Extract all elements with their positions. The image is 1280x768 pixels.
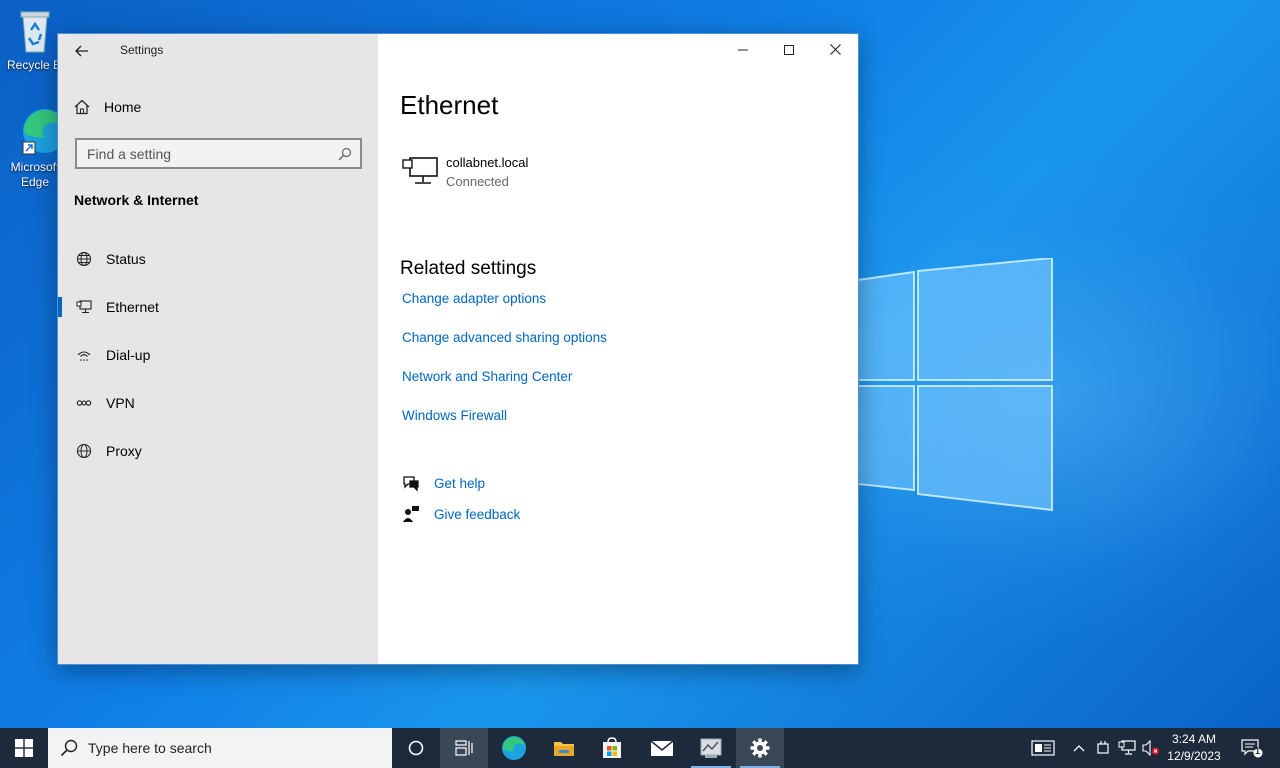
show-hidden-icons-button[interactable] xyxy=(1068,728,1090,768)
change-advanced-sharing-link[interactable]: Change advanced sharing options xyxy=(402,330,607,345)
network-status: Connected xyxy=(446,174,509,189)
windows-logo-wallpaper xyxy=(858,258,1053,512)
get-help-label: Get help xyxy=(434,475,486,491)
network-sharing-center-link[interactable]: Network and Sharing Center xyxy=(402,369,572,384)
device-icon xyxy=(1097,741,1109,754)
settings-nav-pane: Settings Home Find a setting Network & I… xyxy=(58,34,378,664)
task-view-button[interactable] xyxy=(440,728,488,768)
clock-date: 12/9/2023 xyxy=(1167,749,1221,763)
edge-icon xyxy=(22,109,67,155)
notification-count: 1 xyxy=(1255,746,1261,756)
get-help-link[interactable]: Get help xyxy=(402,474,485,492)
ethernet-network-icon xyxy=(402,157,438,184)
nav-item-dial-up[interactable]: Dial-up xyxy=(58,335,378,375)
windows-start-icon xyxy=(15,739,33,757)
mail-icon xyxy=(650,740,674,756)
news-widget-button[interactable] xyxy=(1026,728,1060,768)
task-view-icon xyxy=(455,740,473,756)
nav-item-label: Proxy xyxy=(106,443,142,459)
cortana-button[interactable] xyxy=(392,728,440,768)
dialup-icon xyxy=(74,345,94,365)
minimize-icon xyxy=(738,49,748,50)
nav-item-label: Dial-up xyxy=(106,347,151,363)
app-title: Settings xyxy=(120,43,164,57)
globe-status-icon xyxy=(74,249,94,269)
store-icon xyxy=(603,737,621,758)
notification-icon xyxy=(1241,739,1263,758)
globe-icon xyxy=(74,441,94,461)
home-icon xyxy=(74,99,90,115)
edge-icon xyxy=(502,736,526,760)
network-icon xyxy=(1118,740,1136,755)
nav-item-proxy[interactable]: Proxy xyxy=(58,431,378,471)
find-setting-search-box[interactable]: Find a setting xyxy=(75,138,362,169)
close-icon xyxy=(829,44,841,55)
nav-item-label: VPN xyxy=(106,395,135,411)
recycle-bin-icon xyxy=(20,11,50,53)
tray-device-button[interactable] xyxy=(1092,728,1114,768)
ethernet-icon xyxy=(74,297,94,317)
give-feedback-label: Give feedback xyxy=(434,506,521,522)
taskbar-file-explorer-button[interactable] xyxy=(540,728,588,768)
feedback-person-icon xyxy=(403,506,419,522)
action-center-button[interactable]: 1 xyxy=(1232,728,1272,768)
taskbar-server-manager-button[interactable] xyxy=(687,728,735,768)
nav-item-vpn[interactable]: VPN xyxy=(58,383,378,423)
nav-item-label: Ethernet xyxy=(106,299,159,315)
file-explorer-icon xyxy=(554,742,574,756)
taskbar-edge-button[interactable] xyxy=(490,728,538,768)
server-manager-icon xyxy=(700,738,722,758)
network-tray-button[interactable] xyxy=(1116,728,1138,768)
back-arrow-icon xyxy=(75,45,88,57)
search-icon xyxy=(60,739,78,757)
news-icon xyxy=(1031,740,1055,756)
search-placeholder: Find a setting xyxy=(87,145,172,162)
desktop-icon-label: Recycle Bin xyxy=(7,58,57,72)
taskbar-settings-button[interactable] xyxy=(736,728,784,768)
taskbar-search-placeholder: Type here to search xyxy=(88,740,212,756)
taskbar-store-button[interactable] xyxy=(588,728,636,768)
taskbar-search-box[interactable]: Type here to search xyxy=(48,728,392,768)
home-nav-item[interactable]: Home xyxy=(74,96,141,118)
start-button[interactable] xyxy=(0,728,48,768)
home-label: Home xyxy=(104,99,142,115)
help-chat-icon xyxy=(403,476,419,492)
page-title: Ethernet xyxy=(400,90,499,120)
chevron-up-icon xyxy=(1073,745,1085,752)
related-settings-title: Related settings xyxy=(400,258,537,279)
network-name[interactable]: collabnet.local xyxy=(446,155,528,170)
taskbar-mail-button[interactable] xyxy=(638,728,686,768)
section-title: Network & Internet xyxy=(74,192,199,208)
give-feedback-link[interactable]: Give feedback xyxy=(402,505,520,523)
taskbar: Type here to search 3:24 AM 12/9/2023 1 xyxy=(0,728,1280,768)
back-button[interactable] xyxy=(70,39,94,63)
change-adapter-options-link[interactable]: Change adapter options xyxy=(402,291,546,306)
taskbar-clock[interactable]: 3:24 AM 12/9/2023 xyxy=(1162,731,1226,765)
volume-muted-icon xyxy=(1142,740,1159,756)
vpn-icon xyxy=(74,393,94,413)
close-button[interactable] xyxy=(812,34,858,65)
search-icon xyxy=(338,147,352,160)
desktop-icon-label: Microsoft Edge xyxy=(10,160,60,189)
cortana-icon xyxy=(408,740,424,756)
maximize-button[interactable] xyxy=(766,34,812,65)
maximize-icon xyxy=(784,44,794,55)
clock-time: 3:24 AM xyxy=(1171,732,1217,746)
settings-gear-icon xyxy=(750,738,770,758)
minimize-button[interactable] xyxy=(720,34,766,65)
windows-firewall-link[interactable]: Windows Firewall xyxy=(402,408,507,423)
volume-tray-button[interactable] xyxy=(1140,728,1162,768)
nav-item-ethernet[interactable]: Ethernet xyxy=(58,287,378,327)
settings-window: Settings Home Find a setting Network & I… xyxy=(57,33,859,665)
nav-item-status[interactable]: Status xyxy=(58,239,378,279)
nav-item-label: Status xyxy=(106,251,146,267)
